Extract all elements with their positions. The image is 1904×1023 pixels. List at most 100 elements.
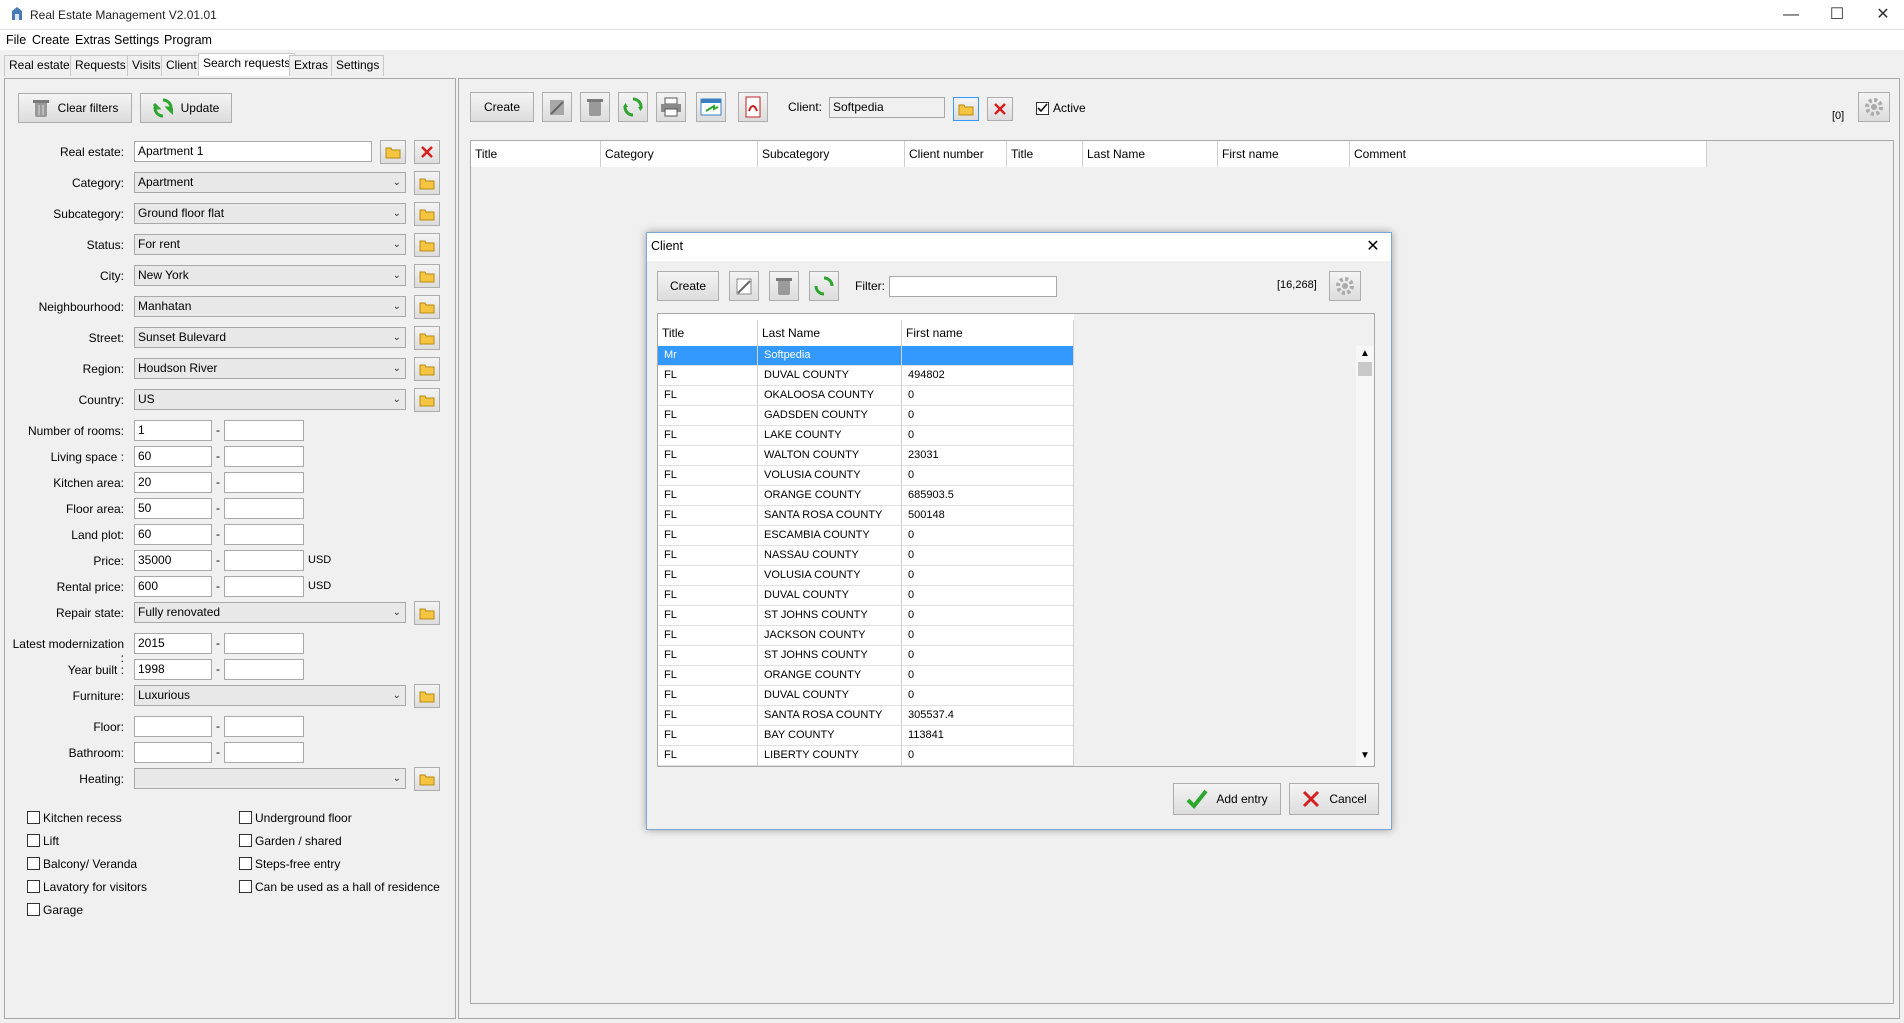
client-grid[interactable]: Title Last Name First name Mr Softpedia FL… [657, 313, 1375, 767]
table-row[interactable]: FL WALTON COUNTY 23031 [658, 446, 1074, 466]
create-button[interactable]: Create [470, 92, 534, 122]
table-row[interactable]: FL BAY COUNTY 113841 [658, 726, 1074, 746]
table-row[interactable]: FL DUVAL COUNTY 0 [658, 686, 1074, 706]
range-from-input[interactable]: 600 [134, 576, 212, 597]
range-to-input[interactable] [224, 659, 304, 680]
range-to-input[interactable] [224, 633, 304, 654]
browse-button[interactable] [414, 233, 440, 257]
grid-column-header[interactable]: Last Name [1083, 141, 1218, 167]
tab-settings[interactable]: Settings [331, 55, 385, 76]
furniture-combo[interactable]: Luxurious ⌄ [134, 685, 406, 706]
feature-checkbox[interactable] [239, 834, 252, 847]
dialog-settings-button[interactable] [1329, 271, 1361, 301]
edit-button[interactable] [542, 92, 572, 122]
table-row[interactable]: Mr Softpedia [658, 346, 1074, 366]
tab-requests[interactable]: Requests [70, 55, 131, 76]
browse-button[interactable] [414, 357, 440, 381]
range-from-input[interactable]: 1 [134, 420, 212, 441]
table-row[interactable]: FL ESCAMBIA COUNTY 0 [658, 526, 1074, 546]
feature-checkbox[interactable] [27, 834, 40, 847]
range-to-input[interactable] [224, 446, 304, 467]
clear-filters-button[interactable]: Clear filters [18, 93, 132, 123]
pdf-button[interactable] [738, 92, 768, 122]
filter-combo[interactable]: Ground floor flat ⌄ [134, 203, 406, 224]
dialog-delete-button[interactable] [769, 271, 799, 301]
table-row[interactable]: FL ST JOHNS COUNTY 0 [658, 606, 1074, 626]
grid-column-header[interactable]: Comment [1350, 141, 1707, 167]
table-row[interactable]: FL NASSAU COUNTY 0 [658, 546, 1074, 566]
table-row[interactable]: FL VOLUSIA COUNTY 0 [658, 566, 1074, 586]
export-button[interactable] [696, 92, 726, 122]
feature-checkbox[interactable] [239, 811, 252, 824]
filter-combo[interactable]: For rent ⌄ [134, 234, 406, 255]
grid-column-header[interactable]: Title [1007, 141, 1083, 167]
feature-checkbox[interactable] [239, 857, 252, 870]
range-from-input[interactable]: 60 [134, 524, 212, 545]
grid-column-header[interactable]: Client number [905, 141, 1007, 167]
grid-column-header[interactable]: Category [601, 141, 758, 167]
print-button[interactable] [656, 92, 686, 122]
client-field[interactable]: Softpedia [829, 97, 945, 118]
table-row[interactable]: FL ORANGE COUNTY 0 [658, 666, 1074, 686]
menu-extras[interactable]: Extras [75, 33, 110, 47]
browse-button[interactable] [414, 171, 440, 195]
range-from-input[interactable] [134, 742, 212, 763]
table-row[interactable]: FL LAKE COUNTY 0 [658, 426, 1074, 446]
table-row[interactable]: FL DUVAL COUNTY 494802 [658, 366, 1074, 386]
browse-button[interactable] [414, 326, 440, 350]
table-row[interactable]: FL SANTA ROSA COUNTY 500148 [658, 506, 1074, 526]
range-to-input[interactable] [224, 742, 304, 763]
col-first-name[interactable]: First name [902, 320, 1074, 346]
real-estate-field[interactable]: Apartment 1 [134, 141, 372, 162]
browse-button[interactable] [414, 601, 440, 625]
tab-visits[interactable]: Visits [127, 55, 166, 76]
repair-state-combo[interactable]: Fully renovated ⌄ [134, 602, 406, 623]
select-client-button[interactable] [953, 97, 979, 121]
feature-checkbox[interactable] [27, 880, 40, 893]
range-to-input[interactable] [224, 524, 304, 545]
range-to-input[interactable] [224, 498, 304, 519]
table-row[interactable]: FL LIBERTY COUNTY 0 [658, 746, 1074, 766]
tab-client[interactable]: Client [161, 55, 202, 76]
table-row[interactable]: FL GADSDEN COUNTY 0 [658, 406, 1074, 426]
close-window-button[interactable]: ✕ [1860, 0, 1904, 30]
filter-combo[interactable]: Sunset Bulevard ⌄ [134, 327, 406, 348]
range-from-input[interactable]: 2015 [134, 633, 212, 654]
refresh-button[interactable] [618, 92, 648, 122]
maximize-button[interactable]: ☐ [1814, 0, 1860, 30]
dialog-close-button[interactable]: ✕ [1359, 235, 1387, 259]
minimize-button[interactable]: — [1768, 0, 1814, 30]
table-row[interactable]: FL ORANGE COUNTY 685903.5 [658, 486, 1074, 506]
settings-button[interactable] [1858, 92, 1890, 122]
delete-button[interactable] [580, 92, 610, 122]
range-from-input[interactable]: 35000 [134, 550, 212, 571]
range-from-input[interactable]: 60 [134, 446, 212, 467]
feature-checkbox[interactable] [27, 903, 40, 916]
dialog-create-button[interactable]: Create [657, 271, 719, 301]
table-row[interactable]: FL SANTA ROSA COUNTY 305537.4 [658, 706, 1074, 726]
scroll-down-icon[interactable]: ▼ [1360, 750, 1370, 761]
menu-program[interactable]: Program [164, 33, 212, 47]
range-from-input[interactable]: 20 [134, 472, 212, 493]
clear-client-button[interactable] [987, 97, 1013, 121]
table-row[interactable]: FL ST JOHNS COUNTY 0 [658, 646, 1074, 666]
browse-button[interactable] [414, 202, 440, 226]
dialog-refresh-button[interactable] [809, 271, 839, 301]
range-from-input[interactable] [134, 716, 212, 737]
filter-combo[interactable]: New York ⌄ [134, 265, 406, 286]
menu-file[interactable]: File [6, 33, 26, 47]
tab-extras[interactable]: Extras [289, 55, 334, 76]
table-row[interactable]: FL VOLUSIA COUNTY 0 [658, 466, 1074, 486]
table-row[interactable]: FL OKALOOSA COUNTY 0 [658, 386, 1074, 406]
scrollbar[interactable]: ▲ ▼ [1356, 346, 1374, 766]
browse-button[interactable] [414, 295, 440, 319]
range-to-input[interactable] [224, 576, 304, 597]
tab-real-estate[interactable]: Real estate [4, 55, 75, 76]
cancel-button[interactable]: Cancel [1289, 783, 1379, 815]
table-row[interactable]: FL JACKSON COUNTY 0 [658, 626, 1074, 646]
clear-real-estate-button[interactable] [414, 140, 440, 164]
active-checkbox[interactable] [1036, 102, 1049, 115]
filter-combo[interactable]: Manhatan ⌄ [134, 296, 406, 317]
browse-button[interactable] [414, 264, 440, 288]
range-to-input[interactable] [224, 420, 304, 441]
